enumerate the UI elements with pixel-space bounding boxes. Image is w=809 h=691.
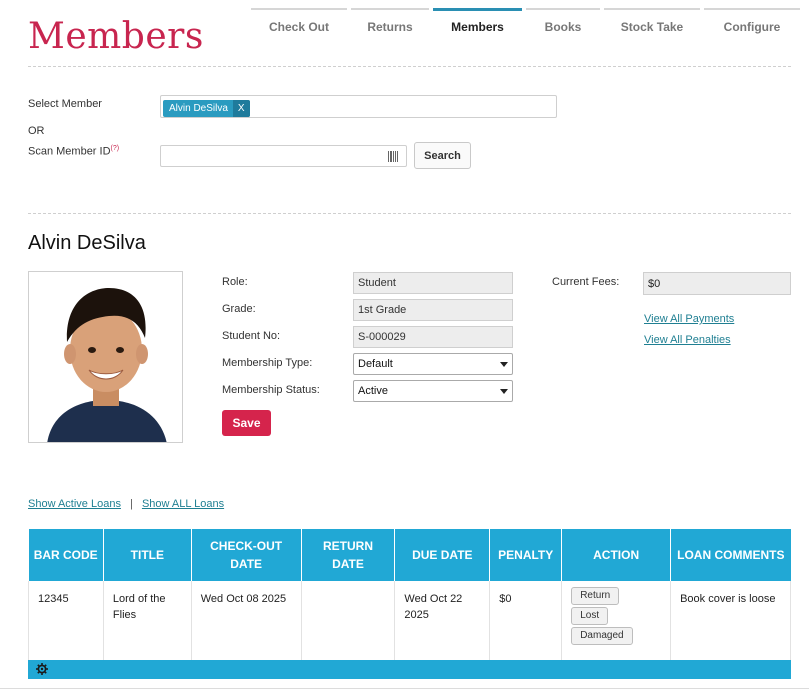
column-header-due-date[interactable]: DUE DATE (394, 529, 491, 581)
role-field: Student (353, 272, 513, 294)
table-header-row: BAR CODE TITLE CHECK-OUT DATE RETURN DAT… (28, 529, 791, 581)
header-divider (28, 66, 791, 67)
membership-status-select[interactable]: Active (353, 380, 513, 402)
grade-field: 1st Grade (353, 299, 513, 321)
or-label: OR (28, 125, 45, 137)
membership-type-label: Membership Type: (222, 357, 313, 369)
tab-books[interactable]: Books (526, 8, 600, 44)
cell-checkout-date: Wed Oct 08 2025 (191, 581, 302, 661)
view-all-penalties-link[interactable]: View All Penalties (644, 334, 731, 346)
column-header-return-date[interactable]: RETURN DATE (301, 529, 396, 581)
membership-type-value: Default (358, 358, 393, 370)
role-label: Role: (222, 276, 248, 288)
cell-loan-comments: Book cover is loose (670, 581, 791, 661)
table-footer-bar (28, 660, 791, 679)
tab-members[interactable]: Members (433, 8, 522, 44)
tab-configure[interactable]: Configure (704, 8, 800, 44)
return-button[interactable]: Return (571, 587, 620, 605)
help-hint[interactable]: (?) (111, 145, 120, 152)
member-photo (28, 271, 183, 443)
scan-member-id-input[interactable] (160, 145, 407, 167)
cell-penalty: $0 (489, 581, 563, 661)
column-header-loan-comments: LOAN COMMENTS (670, 529, 791, 581)
table-row: 12345 Lord of the Flies Wed Oct 08 2025 … (28, 581, 791, 661)
scan-label-text: Scan Member ID (28, 145, 111, 158)
membership-type-select[interactable]: Default (353, 353, 513, 375)
tab-check-out[interactable]: Check Out (251, 8, 347, 44)
chevron-down-icon (500, 362, 508, 367)
tab-returns[interactable]: Returns (351, 8, 429, 44)
current-fees-label: Current Fees: (552, 276, 620, 288)
show-all-loans-link[interactable]: Show ALL Loans (142, 498, 224, 510)
current-fees-field: $0 (643, 272, 791, 295)
member-name-heading: Alvin DeSilva (28, 232, 146, 254)
show-active-loans-link[interactable]: Show Active Loans (28, 498, 121, 510)
column-header-action: ACTION (561, 529, 672, 581)
column-header-check-out-date[interactable]: CHECK-OUT DATE (191, 529, 302, 581)
tab-stock-take[interactable]: Stock Take (604, 8, 700, 44)
student-no-field: S-000029 (353, 326, 513, 348)
membership-status-value: Active (358, 385, 388, 397)
save-button[interactable]: Save (222, 410, 271, 436)
select-member-label: Select Member (28, 98, 102, 110)
cell-barcode: 12345 (28, 581, 104, 661)
damaged-button[interactable]: Damaged (571, 627, 633, 645)
column-header-bar-code[interactable]: BAR CODE (28, 529, 104, 581)
gear-icon[interactable] (36, 663, 48, 675)
search-button[interactable]: Search (414, 142, 471, 169)
chevron-down-icon (500, 389, 508, 394)
section-divider (28, 213, 791, 214)
link-separator: | (130, 498, 133, 510)
loans-table: BAR CODE TITLE CHECK-OUT DATE RETURN DAT… (28, 529, 791, 661)
main-tabs: Check Out Returns Members Books Stock Ta… (251, 8, 800, 44)
cell-return-date (301, 581, 396, 661)
cell-due-date: Wed Oct 22 2025 (394, 581, 491, 661)
grade-label: Grade: (222, 303, 256, 315)
scan-member-id-label: Scan Member ID(?) (28, 145, 119, 158)
cell-title: Lord of the Flies (103, 581, 192, 661)
view-all-payments-link[interactable]: View All Payments (644, 313, 734, 325)
chip-label: Alvin DeSilva (169, 103, 228, 114)
student-no-label: Student No: (222, 330, 281, 342)
barcode-icon[interactable] (388, 151, 398, 162)
lost-button[interactable]: Lost (571, 607, 609, 625)
cell-actions: Return Lost Damaged (561, 581, 672, 661)
page-bottom-border (0, 688, 809, 689)
column-header-title[interactable]: TITLE (103, 529, 192, 581)
membership-status-label: Membership Status: (222, 384, 320, 396)
column-header-penalty[interactable]: PENALTY (489, 529, 563, 581)
member-select-input[interactable]: Alvin DeSilva X (160, 95, 557, 118)
loan-filter-links: Show Active Loans | Show ALL Loans (28, 498, 224, 510)
remove-chip-close-icon[interactable]: X (232, 100, 250, 117)
page-title: Members (28, 16, 204, 57)
member-photo-image (29, 272, 182, 442)
selected-member-chip: Alvin DeSilva X (163, 100, 250, 117)
